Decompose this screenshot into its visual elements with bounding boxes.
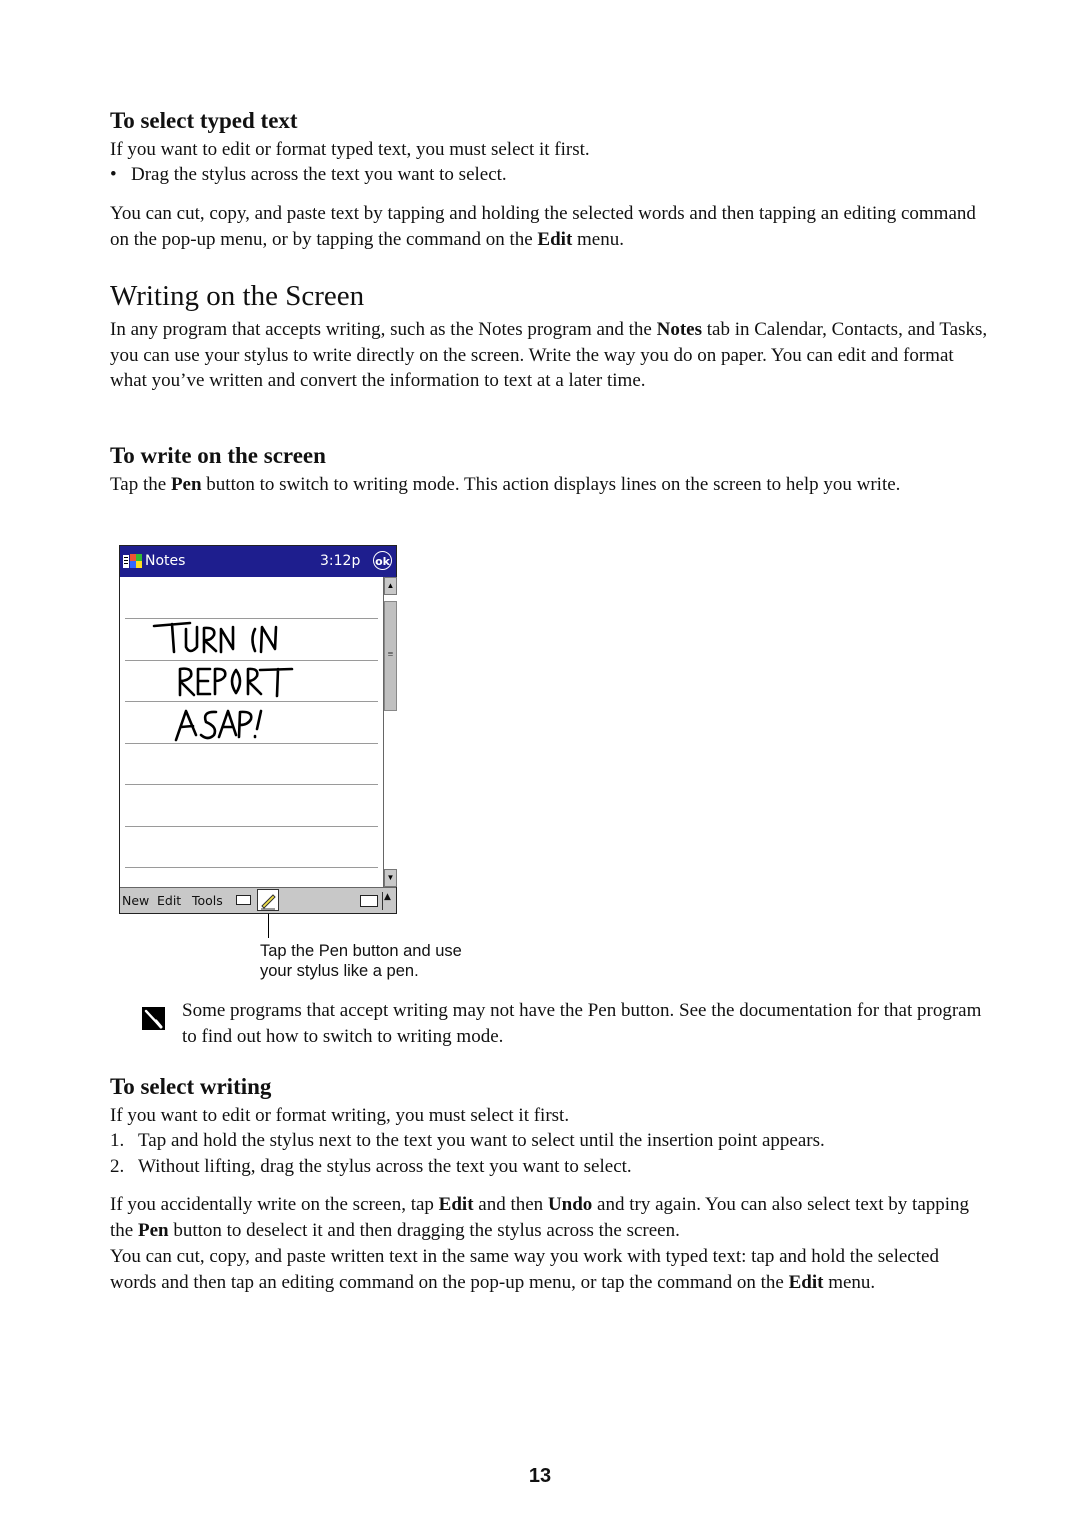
caption-line: your stylus like a pen. <box>260 962 419 980</box>
step-item: 1. Tap and hold the stylus next to the t… <box>110 1128 990 1154</box>
bold-pen: Pen <box>137 1219 169 1241</box>
scroll-down-icon[interactable]: ▼ <box>384 869 397 887</box>
bold-edit: Edit <box>788 1271 824 1293</box>
bullet-marker: • <box>110 164 117 185</box>
input-panel-icon[interactable] <box>360 895 378 907</box>
pen-icon <box>261 894 276 910</box>
page-number: 13 <box>528 1465 552 1487</box>
input-panel-arrow-icon[interactable]: ▲ <box>384 892 391 902</box>
step-number: 2. <box>110 1156 125 1177</box>
menu-bar: New Edit Tools ▲ <box>120 887 396 913</box>
heading-select-writing: To select writing <box>110 1074 272 1099</box>
menu-edit[interactable]: Edit <box>157 893 181 908</box>
text-run: button to switch to writing mode. This a… <box>201 474 901 495</box>
keyboard-toggle-icon[interactable] <box>236 895 251 905</box>
title-bar: Notes 3:12p ok <box>120 546 396 577</box>
text-run: In any program that accepts writing, suc… <box>110 319 657 340</box>
paragraph-writing-intro: In any program that accepts writing, suc… <box>110 317 990 394</box>
text-run: If you accidentally write on the screen,… <box>110 1194 439 1215</box>
heading-write-on-screen: To write on the screen <box>110 443 326 468</box>
paragraph-cut-copy-paste-written: You can cut, copy, and paste written tex… <box>110 1244 980 1295</box>
vertical-scrollbar[interactable]: ▲ ≡ ▼ <box>383 577 397 887</box>
bold-edit: Edit <box>537 228 573 250</box>
bullet-item: • Drag the stylus across the text you wa… <box>110 162 990 188</box>
notes-app-screenshot: Notes 3:12p ok ▲ ≡ ▼ New Edit Tools ▲ <box>119 545 397 914</box>
step-item: 2. Without lifting, drag the stylus acro… <box>110 1154 990 1180</box>
text-run: Tap the <box>110 474 171 495</box>
text-run: and then <box>473 1194 548 1215</box>
text-run: menu. <box>823 1271 876 1293</box>
step-text: Without lifting, drag the stylus across … <box>138 1156 632 1177</box>
menu-new[interactable]: New <box>122 893 149 908</box>
handwriting-ink <box>152 621 294 742</box>
start-logo-icon[interactable] <box>123 553 143 570</box>
bold-pen: Pen <box>170 474 202 495</box>
scrollbar-thumb[interactable]: ≡ <box>384 601 397 711</box>
paragraph-write-on-screen: Tap the Pen button to switch to writing … <box>110 472 990 498</box>
bold-edit: Edit <box>438 1194 474 1215</box>
callout-leader-line <box>268 914 269 938</box>
figure-caption: Tap the Pen button and use your stylus l… <box>260 941 462 981</box>
note-text: Some programs that accept writing may no… <box>182 1000 982 1047</box>
app-title: Notes <box>145 553 186 569</box>
clock[interactable]: 3:12p <box>320 553 360 569</box>
intro-select-typed-text: If you want to edit or format typed text… <box>110 139 590 160</box>
menu-tools[interactable]: Tools <box>192 893 223 908</box>
text-run: menu. <box>572 228 624 250</box>
pen-button[interactable] <box>257 889 279 911</box>
caption-line: Tap the Pen button and use <box>260 942 462 960</box>
scroll-up-icon[interactable]: ▲ <box>384 577 397 595</box>
paragraph-undo: If you accidentally write on the screen,… <box>110 1192 980 1243</box>
writing-canvas[interactable] <box>120 577 383 887</box>
bold-notes: Notes <box>656 319 703 340</box>
bold-undo: Undo <box>547 1194 593 1215</box>
heading-select-typed-text: To select typed text <box>110 108 298 133</box>
intro-select-writing: If you want to edit or format writing, y… <box>110 1105 570 1126</box>
bullet-text: Drag the stylus across the text you want… <box>131 164 507 185</box>
heading-writing-on-the-screen: Writing on the Screen <box>110 280 365 312</box>
menubar-separator <box>382 892 383 910</box>
text-run: button to deselect it and then dragging … <box>168 1219 680 1241</box>
step-number: 1. <box>110 1130 125 1151</box>
note-pen-icon <box>142 1007 165 1030</box>
paragraph-cut-copy-paste: You can cut, copy, and paste text by tap… <box>110 201 990 252</box>
ok-button[interactable]: ok <box>373 551 392 570</box>
step-text: Tap and hold the stylus next to the text… <box>138 1130 825 1151</box>
